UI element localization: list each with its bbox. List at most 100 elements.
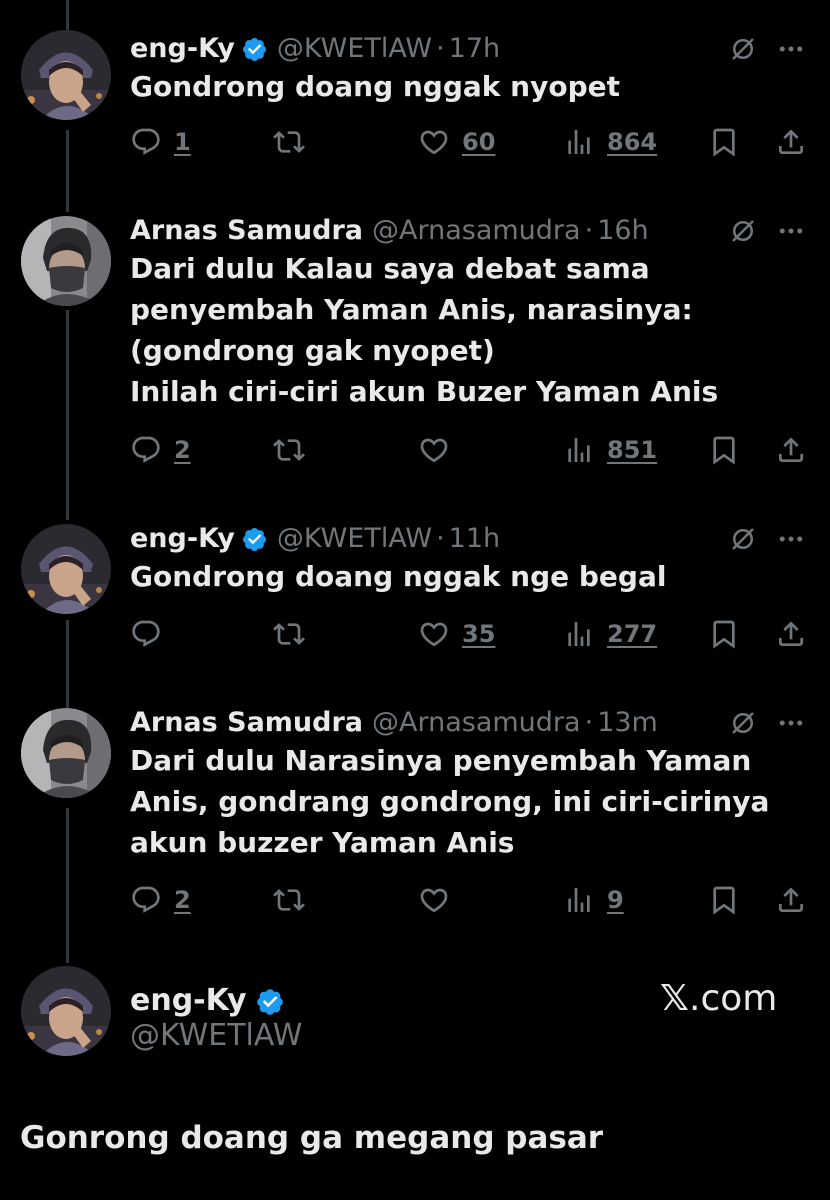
verified-badge-icon <box>241 36 268 63</box>
timestamp[interactable]: 17h <box>449 33 500 64</box>
timestamp[interactable]: 13m <box>597 707 658 738</box>
handle[interactable]: @Arnasamudra <box>372 707 581 738</box>
bookmark-button[interactable] <box>708 618 740 650</box>
x-logo: 𝕏 <box>660 978 690 1019</box>
speech-bubble-icon <box>130 126 162 158</box>
avatar[interactable] <box>21 30 111 120</box>
share-button[interactable] <box>775 884 807 916</box>
action-bar: 1 60 864 <box>130 126 810 162</box>
retweet-button[interactable] <box>273 884 305 916</box>
retweet-icon <box>273 126 305 158</box>
thread-line <box>66 130 69 212</box>
speech-bubble-icon <box>130 434 162 466</box>
heart-icon <box>418 618 450 650</box>
thread-line <box>66 0 69 30</box>
handle[interactable]: @KWETlAW <box>277 523 432 554</box>
handle[interactable]: @KWETlAW <box>130 1018 302 1053</box>
tweet-text: Gondrong doang nggak nge begal <box>130 560 667 593</box>
handle[interactable]: @Arnasamudra <box>372 215 581 246</box>
reply-count: 2 <box>174 886 191 914</box>
tweet-top-icons <box>728 708 806 738</box>
tweet-text: Dari dulu Narasinya penyembah Yaman Anis… <box>130 744 770 859</box>
thread-line <box>66 310 69 520</box>
more-dots-icon[interactable] <box>776 216 806 246</box>
display-name[interactable]: eng-Ky <box>130 983 247 1018</box>
tweet-header: eng-Ky @KWETlAW · 11h <box>130 520 500 556</box>
more-dots-icon[interactable] <box>776 34 806 64</box>
views-button[interactable]: 864 <box>563 126 657 158</box>
view-count: 864 <box>607 128 658 156</box>
share-icon <box>775 884 807 916</box>
like-button[interactable] <box>418 884 450 916</box>
timestamp[interactable]: 16h <box>597 215 648 246</box>
bar-chart-icon <box>563 618 595 650</box>
display-name[interactable]: Arnas Samudra <box>130 707 363 738</box>
reply-button[interactable]: 2 <box>130 884 191 916</box>
retweet-button[interactable] <box>273 434 305 466</box>
views-button[interactable]: 277 <box>563 618 657 650</box>
action-bar: 35 277 <box>130 618 810 654</box>
timestamp[interactable]: 11h <box>449 523 500 554</box>
final-display-name-row: eng-Ky <box>130 983 285 1018</box>
separator-dot: · <box>436 32 445 64</box>
more-dots-icon[interactable] <box>776 524 806 554</box>
like-button[interactable]: 60 <box>418 126 495 158</box>
share-icon <box>775 434 807 466</box>
slashed-circle-icon[interactable] <box>728 524 758 554</box>
bookmark-button[interactable] <box>708 884 740 916</box>
slashed-circle-icon[interactable] <box>728 708 758 738</box>
handle[interactable]: @KWETlAW <box>277 33 432 64</box>
bar-chart-icon <box>563 126 595 158</box>
view-count: 851 <box>607 436 658 464</box>
retweet-button[interactable] <box>273 126 305 158</box>
bookmark-icon <box>708 434 740 466</box>
thread-line <box>66 808 69 963</box>
speech-bubble-icon <box>130 884 162 916</box>
separator-dot: · <box>584 706 594 738</box>
tweet-top-icons <box>728 216 806 246</box>
reply-count: 2 <box>174 436 191 464</box>
share-button[interactable] <box>775 618 807 650</box>
bar-chart-icon <box>563 434 595 466</box>
tweet-header: eng-Ky @KWETlAW · 17h <box>130 30 500 66</box>
slashed-circle-icon[interactable] <box>728 34 758 64</box>
views-button[interactable]: 9 <box>563 884 624 916</box>
tweet-text: Dari dulu Kalau saya debat sama penyemba… <box>130 252 719 408</box>
heart-icon <box>418 126 450 158</box>
display-name[interactable]: Arnas Samudra <box>130 215 363 246</box>
retweet-icon <box>273 434 305 466</box>
retweet-icon <box>273 884 305 916</box>
reply-count: 1 <box>174 128 191 156</box>
avatar[interactable] <box>21 966 111 1056</box>
tweet-top-icons <box>728 524 806 554</box>
display-name[interactable]: eng-Ky <box>130 523 235 554</box>
avatar[interactable] <box>21 524 111 614</box>
reply-button[interactable]: 2 <box>130 434 191 466</box>
tweet-text: Gondrong doang nggak nyopet <box>130 70 620 103</box>
share-icon <box>775 618 807 650</box>
display-name[interactable]: eng-Ky <box>130 33 235 64</box>
like-button[interactable]: 35 <box>418 618 495 650</box>
views-button[interactable]: 851 <box>563 434 657 466</box>
reply-button[interactable] <box>130 618 162 650</box>
bookmark-icon <box>708 126 740 158</box>
share-button[interactable] <box>775 434 807 466</box>
slashed-circle-icon[interactable] <box>728 216 758 246</box>
retweet-icon <box>273 618 305 650</box>
bar-chart-icon <box>563 884 595 916</box>
like-count: 35 <box>462 620 496 648</box>
more-dots-icon[interactable] <box>776 708 806 738</box>
view-count: 9 <box>607 886 624 914</box>
reply-button[interactable]: 1 <box>130 126 191 158</box>
verified-badge-icon <box>241 526 268 553</box>
bookmark-button[interactable] <box>708 126 740 158</box>
avatar[interactable] <box>21 216 111 306</box>
avatar[interactable] <box>21 708 111 798</box>
tweet-top-icons <box>728 34 806 64</box>
like-button[interactable] <box>418 434 450 466</box>
retweet-button[interactable] <box>273 618 305 650</box>
heart-icon <box>418 434 450 466</box>
bookmark-button[interactable] <box>708 434 740 466</box>
share-button[interactable] <box>775 126 807 158</box>
thread-line <box>66 620 69 708</box>
